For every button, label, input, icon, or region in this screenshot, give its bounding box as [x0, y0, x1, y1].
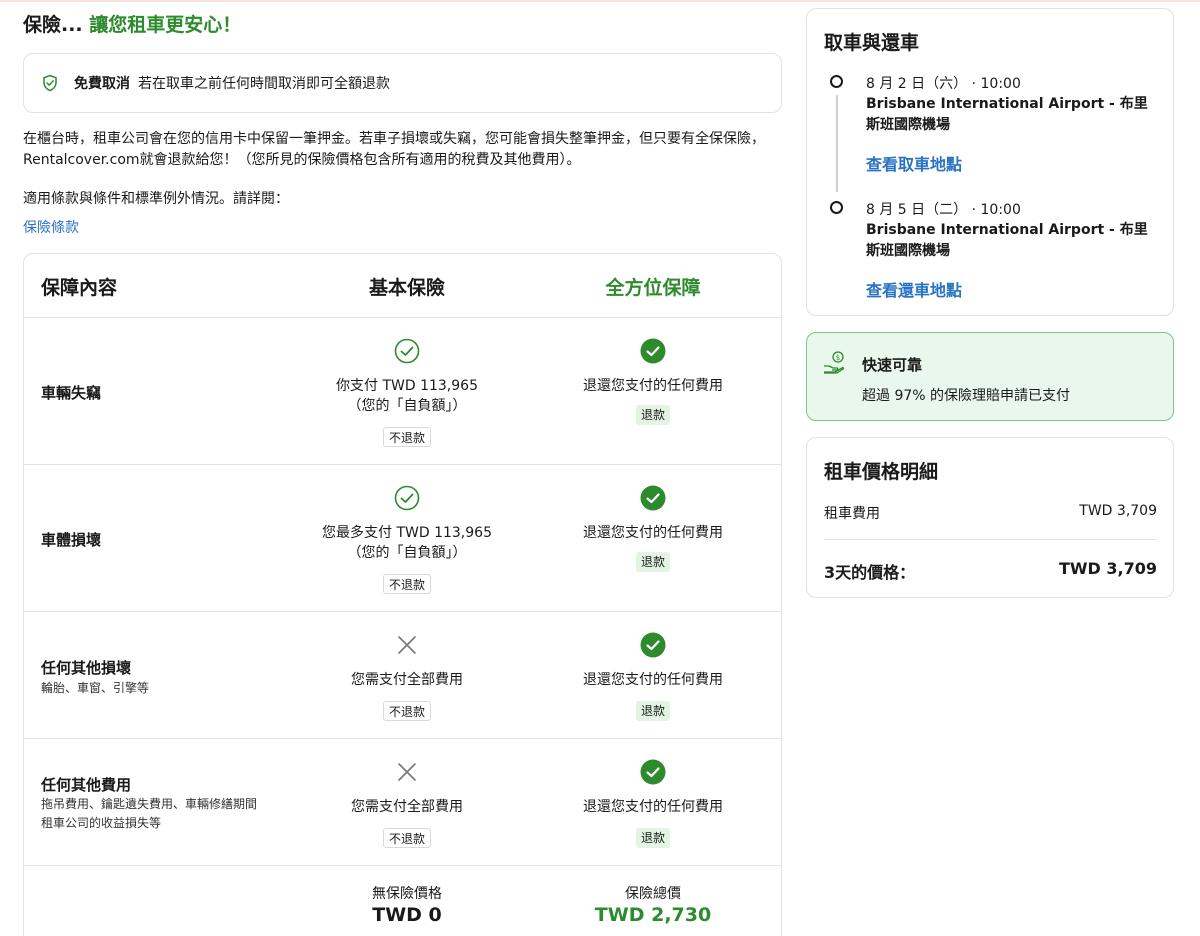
no-refund-tag: 不退款 [383, 828, 432, 848]
check-outline-icon [394, 338, 420, 364]
basic-line1: 您最多支付 TWD 113,965 [322, 525, 492, 541]
fast-reliable-card: $ 快速可靠 超過 97% 的保險理賠申請已支付 [806, 332, 1174, 421]
table-row: 任何其他損壞 輪胎、車窗、引擎等 您需支付全部費用 不退款 退還您支付的任何費用… [24, 612, 781, 739]
no-refund-tag: 不退款 [383, 701, 432, 721]
total-price-row: 3天的價格： TWD 3,709 [824, 559, 1157, 583]
rental-fee-value: TWD 3,709 [1079, 503, 1157, 519]
insurance-headline: 保險... 讓您租車更安心！ [23, 10, 241, 37]
check-outline-icon [394, 485, 420, 511]
basic-line1: 你支付 TWD 113,965 [336, 378, 478, 394]
rental-fee-row: 租車費用 TWD 3,709 [824, 503, 1157, 523]
refund-tag: 退款 [636, 828, 671, 848]
timeline-dot [830, 201, 843, 214]
x-icon [398, 763, 416, 781]
full-text: 退還您支付的任何費用 [583, 672, 723, 688]
insurance-total-label: 保險總價 [625, 886, 681, 902]
view-pickup-location-link[interactable]: 查看取車地點 [866, 151, 962, 175]
row-label: 任何其他損壞 [41, 659, 132, 677]
intro-paragraph: 在櫃台時，租車公司會在您的信用卡中保留一筆押金。若車子損壞或失竊，您可能會損失整… [23, 131, 765, 168]
pickup-return-card: 取車與還車 8 月 2 日（六） · 10:00 Brisbane Intern… [806, 8, 1174, 316]
refund-tag: 退款 [636, 405, 671, 425]
shield-check-icon [43, 74, 57, 92]
check-filled-icon [640, 632, 666, 658]
no-refund-tag: 不退款 [383, 574, 432, 594]
check-filled-icon [640, 485, 666, 511]
table-header: 保障內容 基本保險 全方位保障 [24, 254, 781, 318]
headline-part1: 保險... [23, 14, 90, 36]
no-insurance-price: TWD 0 [372, 904, 442, 926]
coverage-table: 保障內容 基本保險 全方位保障 車輛失竊 你支付 TWD 113,965 （您的… [23, 253, 782, 936]
terms-link[interactable]: 保險條款 [23, 217, 79, 237]
full-text: 退還您支付的任何費用 [583, 378, 723, 394]
refund-tag: 退款 [636, 552, 671, 572]
basic-line2: （您的「自負額」） [347, 545, 467, 561]
return-date: 8 月 5 日（二） · 10:00 [866, 202, 1021, 218]
full-text: 退還您支付的任何費用 [583, 799, 723, 815]
svg-text:$: $ [836, 354, 840, 362]
view-return-location-link[interactable]: 查看還車地點 [866, 277, 962, 301]
pickup-place: Brisbane International Airport - 布里斯班國際機… [866, 96, 1148, 133]
full-text: 退還您支付的任何費用 [583, 525, 723, 541]
pickup-return-title: 取車與還車 [824, 32, 920, 54]
basic-line2: （您的「自負額」） [347, 398, 467, 414]
rental-fee-label: 租車費用 [824, 506, 880, 522]
row-label: 車輛失竊 [41, 384, 102, 402]
price-breakdown-card: 租車價格明細 租車費用 TWD 3,709 3天的價格： TWD 3,709 [806, 437, 1174, 598]
header-full: 全方位保障 [605, 277, 701, 299]
return-place: Brisbane International Airport - 布里斯班國際機… [866, 222, 1148, 259]
fast-reliable-text: 超過 97% 的保險理賠申請已支付 [862, 388, 1071, 404]
free-cancel-label: 免費取消 [74, 76, 130, 92]
header-basic: 基本保險 [368, 277, 445, 299]
free-cancel-box: 免費取消 若在取車之前任何時間取消即可全額退款 [23, 53, 782, 113]
basic-line1: 您需支付全部費用 [351, 799, 463, 815]
top-border [0, 0, 1200, 2]
no-insurance-price-label: 無保險價格 [372, 886, 442, 902]
row-label: 車體損壞 [41, 531, 102, 549]
basic-line1: 您需支付全部費用 [351, 672, 463, 688]
pickup-date: 8 月 2 日（六） · 10:00 [866, 76, 1021, 92]
price-breakdown-title: 租車價格明細 [824, 461, 939, 483]
headline-part2: 讓您租車更安心！ [89, 14, 242, 36]
row-sublabel: 拖吊費用、鑰匙遺失費用、車輛修繕期間 租車公司的收益損失等 [41, 797, 258, 830]
table-row: 任何其他費用 拖吊費用、鑰匙遺失費用、車輛修繕期間 租車公司的收益損失等 您需支… [24, 739, 781, 866]
check-filled-icon [640, 759, 666, 785]
money-hand-icon: $ [824, 351, 845, 374]
timeline-line [836, 95, 838, 192]
fast-reliable-title: 快速可靠 [862, 356, 923, 374]
header-coverage: 保障內容 [41, 277, 118, 299]
timeline-dot [830, 75, 843, 88]
table-row: 車輛失竊 你支付 TWD 113,965 （您的「自負額」） 不退款 退還您支付… [24, 318, 781, 465]
row-label: 任何其他費用 [41, 776, 132, 794]
total-price-value: TWD 3,709 [1058, 559, 1157, 578]
divider [824, 539, 1157, 540]
free-cancel-text: 若在取車之前任何時間取消即可全額退款 [138, 76, 390, 92]
table-row: 車體損壞 您最多支付 TWD 113,965 （您的「自負額」） 不退款 退還您… [24, 465, 781, 612]
no-refund-tag: 不退款 [383, 427, 432, 447]
check-filled-icon [640, 338, 666, 364]
refund-tag: 退款 [636, 701, 671, 721]
total-price-label: 3天的價格： [824, 563, 916, 582]
x-icon [398, 636, 416, 654]
insurance-total-price: TWD 2,730 [594, 904, 712, 926]
row-sublabel: 輪胎、車窗、引擎等 [41, 681, 150, 695]
terms-label: 適用條款與條件和標準例外情況。請詳閱： [23, 191, 289, 207]
